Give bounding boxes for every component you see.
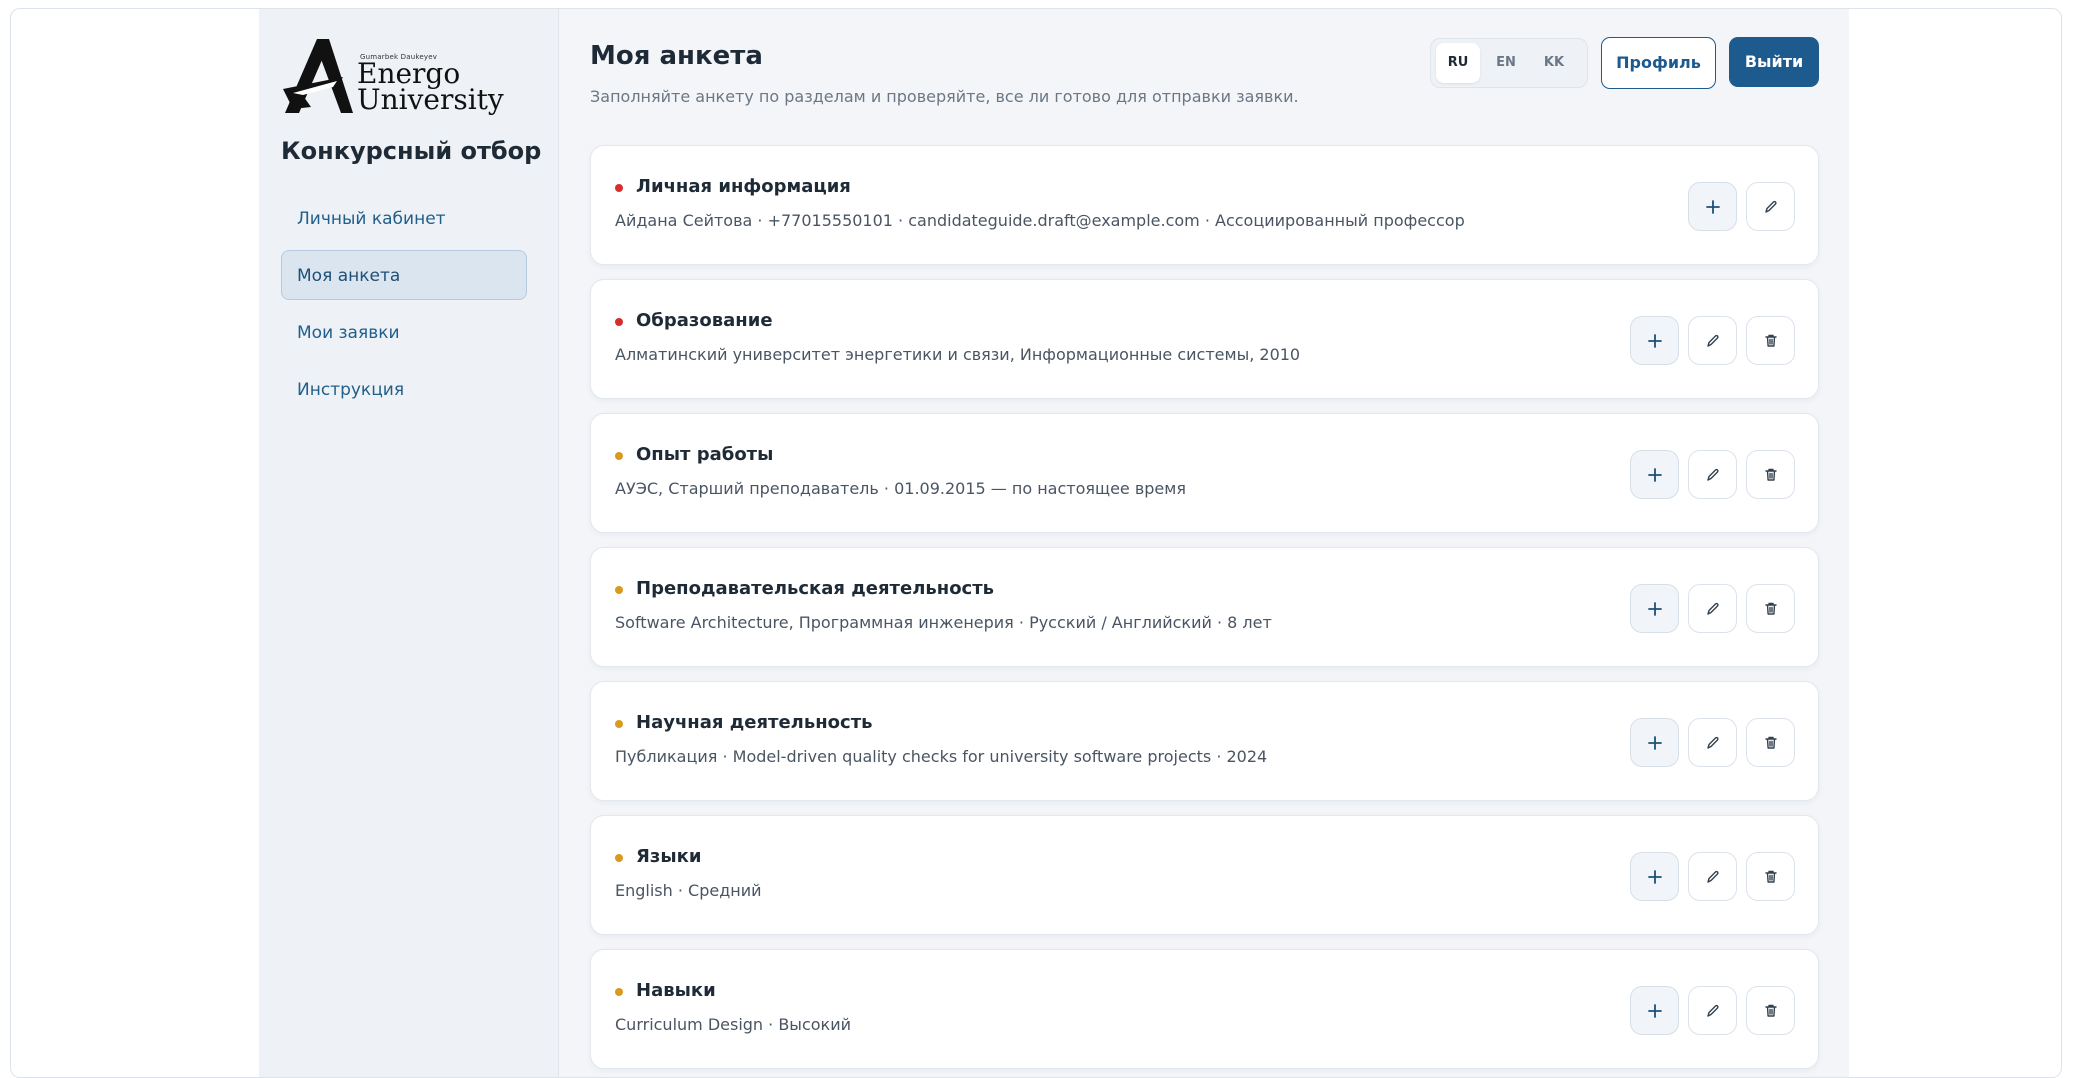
section-title: Образование (636, 310, 773, 331)
edit-button[interactable] (1688, 852, 1737, 901)
pencil-icon (1705, 467, 1721, 483)
edit-button[interactable] (1688, 584, 1737, 633)
app-window: Gumarbek Daukeyev Energo University Конк… (10, 8, 2062, 1078)
language-kk-button[interactable]: KK (1532, 43, 1576, 83)
logo-mark-icon (283, 39, 353, 113)
section-actions (1630, 852, 1795, 901)
profile-button[interactable]: Профиль (1601, 37, 1716, 89)
language-switcher: RU EN KK (1430, 38, 1588, 88)
pencil-icon (1705, 1003, 1721, 1019)
section-actions (1630, 584, 1795, 633)
section-card: Языки English · Средний (590, 815, 1819, 935)
sidebar-item-my-profile-form[interactable]: Моя анкета (281, 250, 527, 300)
delete-button[interactable] (1746, 852, 1795, 901)
delete-button[interactable] (1746, 316, 1795, 365)
sidebar: Gumarbek Daukeyev Energo University Конк… (259, 9, 559, 1077)
energo-university-logo[interactable]: Gumarbek Daukeyev Energo University (281, 37, 504, 121)
add-button[interactable] (1630, 316, 1679, 365)
delete-button[interactable] (1746, 450, 1795, 499)
sidebar-title: Конкурсный отбор (281, 137, 542, 165)
trash-icon (1763, 735, 1779, 751)
plus-icon (1647, 601, 1663, 617)
section-actions (1630, 718, 1795, 767)
trash-icon (1763, 601, 1779, 617)
add-button[interactable] (1630, 584, 1679, 633)
section-title: Личная информация (636, 176, 851, 197)
section-title: Преподавательская деятельность (636, 578, 995, 599)
logout-button[interactable]: Выйти (1729, 37, 1819, 87)
plus-icon (1647, 333, 1663, 349)
trash-icon (1763, 869, 1779, 885)
section-card: Образование Алматинский университет энерг… (590, 279, 1819, 399)
language-ru-button[interactable]: RU (1436, 43, 1480, 83)
edit-button[interactable] (1688, 316, 1737, 365)
add-button[interactable] (1630, 718, 1679, 767)
plus-icon (1647, 1003, 1663, 1019)
section-actions (1630, 986, 1795, 1035)
edit-button[interactable] (1688, 718, 1737, 767)
add-button[interactable] (1630, 450, 1679, 499)
plus-icon (1647, 467, 1663, 483)
pencil-icon (1705, 735, 1721, 751)
section-actions (1630, 316, 1795, 365)
edit-button[interactable] (1688, 986, 1737, 1035)
section-card: Научная деятельность Публикация · Model-d… (590, 681, 1819, 801)
page-title: Моя анкета (590, 41, 763, 71)
sidebar-item-my-applications[interactable]: Мои заявки (281, 307, 527, 357)
edit-button[interactable] (1746, 182, 1795, 231)
trash-icon (1763, 333, 1779, 349)
status-dot-icon (615, 184, 623, 192)
pencil-icon (1705, 869, 1721, 885)
sidebar-item-dashboard[interactable]: Личный кабинет (281, 193, 527, 243)
section-summary: Алматинский университет энергетики и свя… (615, 345, 1301, 364)
section-summary: Публикация · Model-driven quality checks… (615, 747, 1268, 766)
add-button[interactable] (1630, 852, 1679, 901)
section-title: Языки (636, 846, 702, 867)
pencil-icon (1705, 601, 1721, 617)
section-title: Опыт работы (636, 444, 774, 465)
section-card: Личная информация Айдана Сейтова · +77015… (590, 145, 1819, 265)
main-content: Моя анкета Заполняйте анкету по разделам… (559, 9, 1849, 1077)
status-dot-icon (615, 720, 623, 728)
plus-icon (1705, 199, 1721, 215)
status-dot-icon (615, 586, 623, 594)
status-dot-icon (615, 854, 623, 862)
section-actions (1630, 450, 1795, 499)
plus-icon (1647, 869, 1663, 885)
sidebar-item-instructions[interactable]: Инструкция (281, 364, 527, 414)
section-title: Навыки (636, 980, 716, 1001)
logo-line-2: University (357, 83, 504, 116)
status-dot-icon (615, 318, 623, 326)
delete-button[interactable] (1746, 718, 1795, 767)
pencil-icon (1763, 199, 1779, 215)
pencil-icon (1705, 333, 1721, 349)
section-card: Опыт работы АУЭС, Старший преподаватель ·… (590, 413, 1819, 533)
plus-icon (1647, 735, 1663, 751)
status-dot-icon (615, 988, 623, 996)
language-en-button[interactable]: EN (1484, 43, 1528, 83)
status-dot-icon (615, 452, 623, 460)
add-button[interactable] (1688, 182, 1737, 231)
section-summary: Software Architecture, Программная инжен… (615, 613, 1272, 632)
edit-button[interactable] (1688, 450, 1737, 499)
trash-icon (1763, 467, 1779, 483)
section-summary: АУЭС, Старший преподаватель · 01.09.2015… (615, 479, 1186, 498)
section-card: Навыки Curriculum Design · Высокий (590, 949, 1819, 1069)
section-summary: English · Средний (615, 881, 762, 900)
section-actions (1688, 182, 1795, 231)
section-card: Преподавательская деятельность Software A… (590, 547, 1819, 667)
delete-button[interactable] (1746, 986, 1795, 1035)
delete-button[interactable] (1746, 584, 1795, 633)
section-summary: Curriculum Design · Высокий (615, 1015, 851, 1034)
trash-icon (1763, 1003, 1779, 1019)
section-summary: Айдана Сейтова · +77015550101 · candidat… (615, 211, 1465, 230)
add-button[interactable] (1630, 986, 1679, 1035)
section-title: Научная деятельность (636, 712, 873, 733)
page-subtitle: Заполняйте анкету по разделам и проверяй… (590, 87, 1299, 106)
sidebar-nav: Личный кабинет Моя анкета Мои заявки Инс… (281, 193, 527, 421)
